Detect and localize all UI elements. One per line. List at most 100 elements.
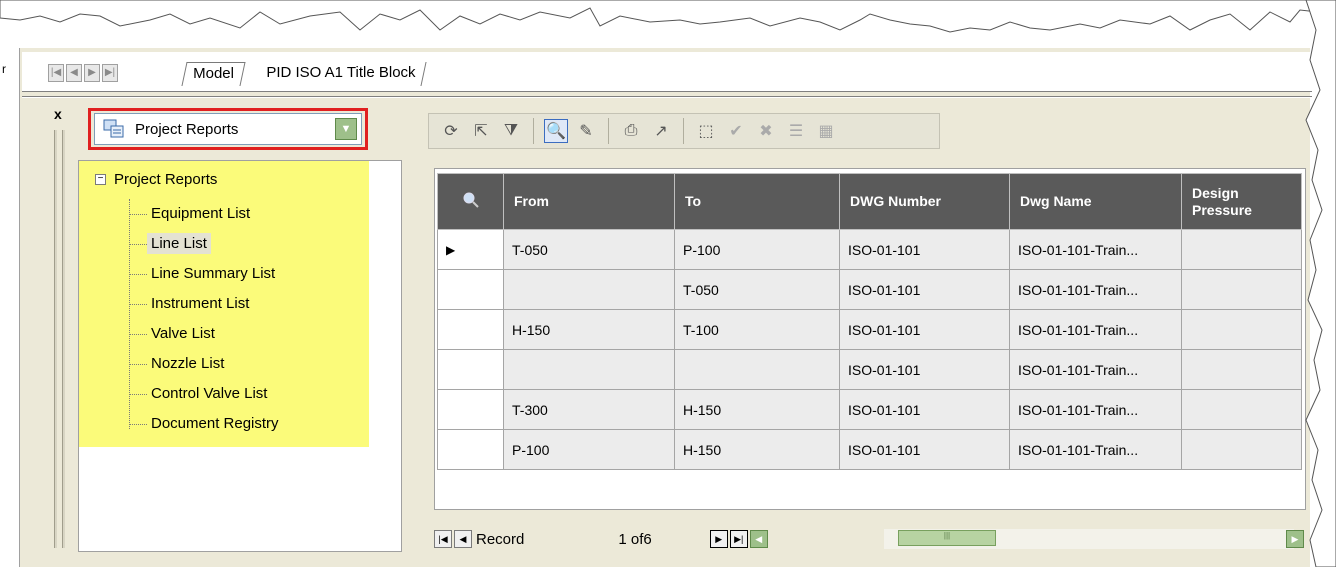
table-cell[interactable]: H-150 xyxy=(674,429,840,470)
edit-rows-icon[interactable]: ☰ xyxy=(784,119,808,143)
next-record-icon[interactable]: ▶ xyxy=(709,530,728,548)
report-grid: From To DWG Number Dwg Name Design Press… xyxy=(434,168,1306,510)
zoom-icon[interactable]: 🔍 xyxy=(544,119,568,143)
tree-item-equipment-list[interactable]: Equipment List xyxy=(129,199,279,229)
columns-icon[interactable]: ▦ xyxy=(814,119,838,143)
tree-items: Equipment List Line List Line Summary Li… xyxy=(129,199,279,439)
table-row[interactable]: ISO-01-101 ISO-01-101-Train... xyxy=(437,349,1302,390)
filter-icon[interactable]: ⧩ xyxy=(499,119,523,143)
table-cell[interactable]: ISO-01-101-Train... xyxy=(1009,269,1182,310)
report-toolbar: ⟳ ⇱ ⧩ 🔍 ✎ ⎙ ↗ ⬚ ✔ ✖ ☰ ▦ xyxy=(428,113,940,149)
table-row[interactable]: T-300 H-150 ISO-01-101 ISO-01-101-Train.… xyxy=(437,389,1302,430)
table-cell[interactable]: ISO-01-101 xyxy=(839,269,1010,310)
search-icon xyxy=(463,192,479,208)
table-cell[interactable]: ISO-01-101 xyxy=(839,389,1010,430)
record-navigator: |◀ ◀ Record 1 of6 ▶ ▶| ◀ ||| ▶ xyxy=(434,526,1306,552)
tab-model[interactable]: Model xyxy=(181,62,246,86)
tree-item-label: Control Valve List xyxy=(151,385,268,402)
refresh-icon[interactable]: ⟳ xyxy=(439,119,463,143)
tree-item-document-registry[interactable]: Document Registry xyxy=(129,409,279,439)
last-tab-icon[interactable]: ▶| xyxy=(102,64,118,82)
palette-rail-inner xyxy=(62,130,65,548)
table-row[interactable]: H-150 T-100 ISO-01-101 ISO-01-101-Train.… xyxy=(437,309,1302,350)
row-indicator[interactable] xyxy=(437,389,504,430)
table-cell[interactable]: ISO-01-101-Train... xyxy=(1009,429,1182,470)
table-cell[interactable]: T-050 xyxy=(674,269,840,310)
palette-rail[interactable] xyxy=(54,130,57,548)
tab-pid-label: PID ISO A1 Title Block xyxy=(266,64,416,81)
column-header-dwg-name[interactable]: Dwg Name xyxy=(1009,173,1182,230)
current-row-indicator-icon: ▶ xyxy=(437,229,504,270)
row-indicator[interactable] xyxy=(437,269,504,310)
tree-item-control-valve-list[interactable]: Control Valve List xyxy=(129,379,279,409)
highlight-annotation xyxy=(88,108,368,150)
tab-model-label: Model xyxy=(193,65,234,82)
toolbar-separator xyxy=(683,118,684,144)
tree-item-nozzle-list[interactable]: Nozzle List xyxy=(129,349,279,379)
row-indicator[interactable] xyxy=(437,429,504,470)
reject-icon[interactable]: ✖ xyxy=(754,119,778,143)
table-cell[interactable]: ISO-01-101-Train... xyxy=(1009,349,1182,390)
edit-icon[interactable]: ✎ xyxy=(574,119,598,143)
record-position: 1 of6 xyxy=(618,530,652,548)
table-cell[interactable]: T-100 xyxy=(674,309,840,350)
tree-item-valve-list[interactable]: Valve List xyxy=(129,319,279,349)
table-cell[interactable]: ISO-01-101-Train... xyxy=(1009,389,1182,430)
column-header-dwg-number[interactable]: DWG Number xyxy=(839,173,1010,230)
accept-icon[interactable]: ✔ xyxy=(724,119,748,143)
table-cell[interactable]: ISO-01-101 xyxy=(839,309,1010,350)
table-row[interactable]: T-050 ISO-01-101 ISO-01-101-Train... xyxy=(437,269,1302,310)
collapse-icon[interactable]: − xyxy=(95,174,106,185)
horizontal-scrollbar[interactable]: ||| xyxy=(884,529,1294,549)
table-cell[interactable]: ISO-01-101 xyxy=(839,349,1010,390)
scrollbar-thumb[interactable]: ||| xyxy=(898,530,996,546)
next-tab-icon[interactable]: ▶ xyxy=(84,64,100,82)
last-record-icon[interactable]: ▶| xyxy=(729,530,748,548)
table-cell[interactable]: T-300 xyxy=(503,389,675,430)
select-icon[interactable]: ⬚ xyxy=(694,119,718,143)
table-row[interactable]: ▶ T-050 P-100 ISO-01-101 ISO-01-101-Trai… xyxy=(437,229,1302,270)
layout-tab-nav: |◀ ◀ ▶ ▶| xyxy=(48,64,118,82)
table-cell[interactable]: ISO-01-101-Train... xyxy=(1009,229,1182,270)
tab-pid-iso-a1-title-block[interactable]: PID ISO A1 Title Block xyxy=(255,62,427,86)
table-cell[interactable]: P-100 xyxy=(503,429,675,470)
tree-item-line-list[interactable]: Line List xyxy=(129,229,279,259)
torn-right-edge xyxy=(1305,0,1336,567)
table-cell[interactable]: ISO-01-101-Train... xyxy=(1009,309,1182,350)
row-search-header[interactable] xyxy=(437,173,504,230)
table-cell[interactable]: H-150 xyxy=(674,389,840,430)
divider xyxy=(22,96,1312,98)
row-indicator[interactable] xyxy=(437,309,504,350)
export-excel-icon[interactable]: ↗ xyxy=(649,119,673,143)
table-cell[interactable]: P-100 xyxy=(674,229,840,270)
table-cell[interactable] xyxy=(674,349,840,390)
tree-item-label: Equipment List xyxy=(151,205,251,222)
tree-item-label: Valve List xyxy=(151,325,215,342)
table-cell[interactable]: T-050 xyxy=(503,229,675,270)
print-icon[interactable]: ⎙ xyxy=(619,119,643,143)
prev-tab-icon[interactable]: ◀ xyxy=(66,64,82,82)
column-header-to[interactable]: To xyxy=(674,173,840,230)
close-palette-icon[interactable]: x xyxy=(54,106,62,122)
first-record-icon[interactable]: |◀ xyxy=(434,530,452,548)
table-row[interactable]: P-100 H-150 ISO-01-101 ISO-01-101-Train.… xyxy=(437,429,1302,470)
table-cell[interactable]: H-150 xyxy=(503,309,675,350)
table-cell[interactable] xyxy=(503,269,675,310)
scroll-left-icon[interactable]: ◀ xyxy=(749,530,768,548)
clipped-text: r xyxy=(2,62,6,76)
first-tab-icon[interactable]: |◀ xyxy=(48,64,64,82)
table-cell[interactable] xyxy=(503,349,675,390)
column-header-from[interactable]: From xyxy=(503,173,675,230)
export-icon[interactable]: ⇱ xyxy=(469,119,493,143)
table-cell[interactable]: ISO-01-101 xyxy=(839,429,1010,470)
table-cell[interactable]: ISO-01-101 xyxy=(839,229,1010,270)
row-indicator[interactable] xyxy=(437,349,504,390)
tree-item-instrument-list[interactable]: Instrument List xyxy=(129,289,279,319)
tree-root[interactable]: − Project Reports xyxy=(95,171,217,188)
report-tree: − Project Reports Equipment List Line Li… xyxy=(78,160,402,552)
tree-item-line-summary-list[interactable]: Line Summary List xyxy=(129,259,279,289)
tree-item-label: Nozzle List xyxy=(151,355,225,372)
tree-item-label: Document Registry xyxy=(151,415,279,432)
tree-item-label: Line Summary List xyxy=(151,265,276,282)
prev-record-icon[interactable]: ◀ xyxy=(454,530,472,548)
